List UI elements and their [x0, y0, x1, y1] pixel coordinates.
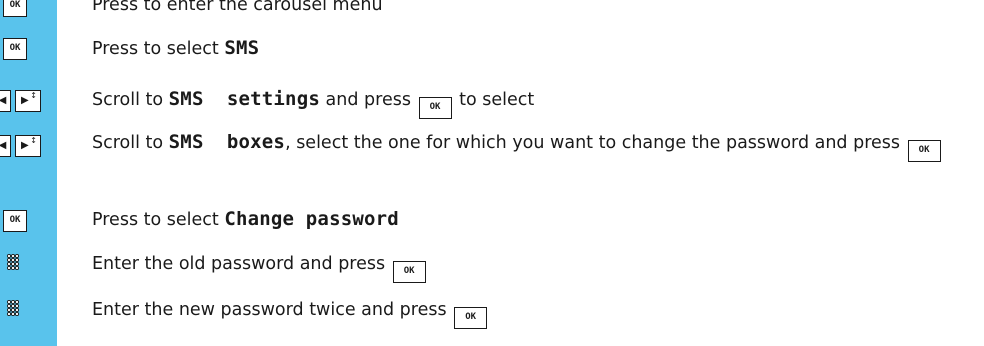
- keypad-icon: [6, 299, 20, 322]
- ok-key-icon: OK: [3, 210, 27, 232]
- instruction-text: Scroll to: [92, 133, 169, 153]
- instruction-text: Enter the old password and press: [92, 254, 391, 274]
- step-icon: OK: [0, 0, 57, 19]
- instruction-text: and press: [319, 90, 417, 110]
- instruction-text: Scroll to: [92, 90, 169, 110]
- instruction-text: Enter the new password twice and press: [92, 300, 453, 320]
- step-icon: [0, 253, 57, 278]
- scroll-left-key-icon: ◀: [0, 90, 11, 112]
- step-text: Scroll to SMS boxes, select the one for …: [92, 127, 972, 162]
- instruction-text: , select the one for which you want to c…: [285, 133, 906, 153]
- step-icon: OK: [0, 38, 57, 62]
- step-text: Enter the new password twice and press O…: [92, 295, 972, 329]
- step-text: Enter the old password and press OK: [92, 249, 972, 283]
- step-icon: [0, 299, 57, 324]
- instruction-text: Press to select: [92, 210, 225, 230]
- scroll-right-key-icon: ▶ ↕: [15, 135, 41, 157]
- step-icon: OK: [0, 210, 57, 234]
- ok-key-icon: OK: [3, 0, 27, 17]
- step-text: Press to select SMS: [92, 33, 972, 65]
- step-text: Press to select Change password: [92, 204, 972, 236]
- step-text: Press to enter the carousel menu: [92, 0, 972, 21]
- step-icon: ◀ ▶ ↕: [0, 90, 57, 114]
- display-text: Change password: [224, 208, 399, 230]
- step-icon: ◀ ▶ ↕: [0, 135, 57, 159]
- display-text: SMS boxes: [168, 131, 286, 153]
- instruction-text: to select: [453, 90, 535, 110]
- instruction-text: Press to select: [92, 39, 225, 59]
- scroll-left-key-icon: ◀: [0, 135, 11, 157]
- display-text: SMS settings: [168, 88, 320, 110]
- ok-key-icon: OK: [392, 261, 426, 283]
- ok-key-icon: OK: [3, 38, 27, 60]
- keypad-icon: [6, 253, 20, 276]
- ok-key-icon: OK: [454, 307, 488, 329]
- ok-key-icon: OK: [418, 97, 452, 119]
- step-text: Scroll to SMS settings and press OK to s…: [92, 84, 972, 119]
- scroll-indicator-icon: ↕: [30, 136, 37, 145]
- ok-key-icon: OK: [907, 140, 941, 162]
- instruction-text: Press to enter the carousel menu: [92, 0, 383, 15]
- scroll-indicator-icon: ↕: [30, 91, 37, 100]
- scroll-right-key-icon: ▶ ↕: [15, 90, 41, 112]
- display-text: SMS: [224, 37, 260, 59]
